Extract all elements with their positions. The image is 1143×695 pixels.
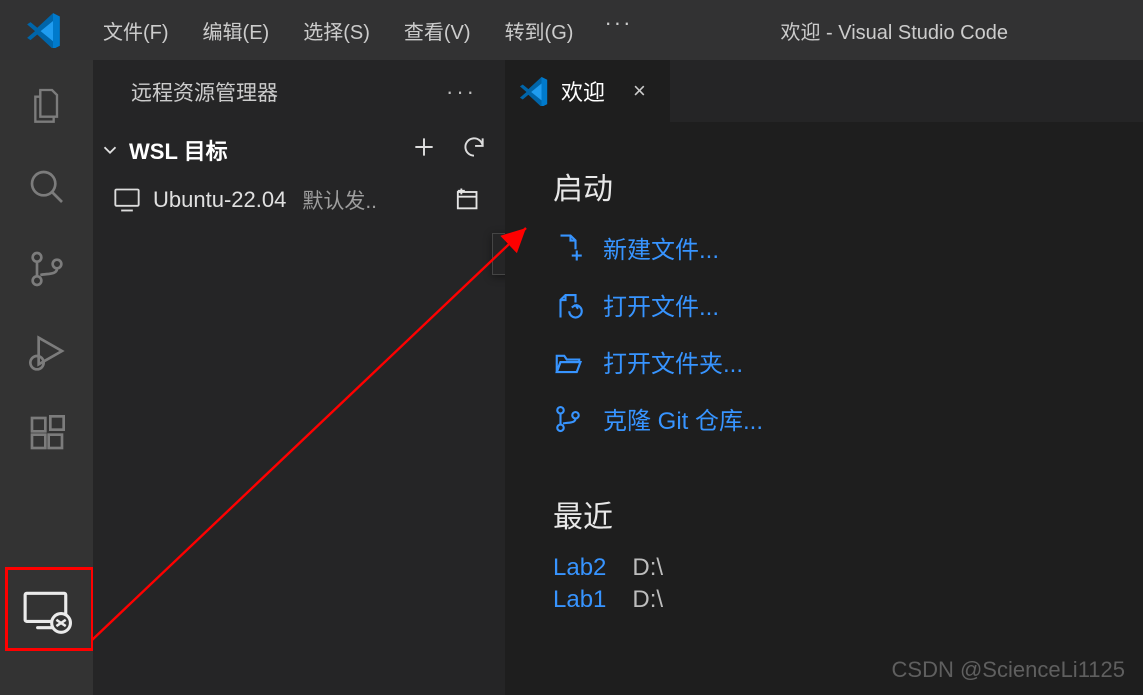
open-file-icon [553, 290, 583, 320]
wsl-targets-section-header[interactable]: WSL 目标 [93, 124, 505, 176]
new-window-icon [452, 185, 480, 213]
remote-explorer-icon [22, 589, 72, 635]
welcome-page: 启动 新建文件... 打开文件... 打开文件夹... 克隆 Git 仓 [505, 122, 1143, 614]
menu-view[interactable]: 查看(V) [387, 10, 488, 51]
wsl-target-name: Ubuntu-22.04 [153, 187, 286, 213]
tab-welcome[interactable]: 欢迎 × [505, 60, 670, 122]
files-activity[interactable] [18, 76, 76, 134]
tab-title: 欢迎 [561, 75, 605, 107]
editor-area: 欢迎 × 启动 新建文件... 打开文件... 打开文件夹... [505, 60, 1143, 695]
extensions-activity[interactable] [18, 404, 76, 462]
monitor-icon [113, 186, 141, 214]
chevron-down-icon [99, 139, 121, 161]
action-clone-repo[interactable]: 克隆 Git 仓库... [553, 401, 1143, 436]
side-panel-header: 远程资源管理器 ··· [93, 60, 505, 124]
tab-close-button[interactable]: × [617, 78, 652, 104]
action-open-folder[interactable]: 打开文件夹... [553, 344, 1143, 379]
refresh-button[interactable] [453, 130, 495, 170]
main-menu: 文件(F) 编辑(E) 选择(S) 查看(V) 转到(G) ··· [86, 10, 646, 51]
files-icon [27, 85, 67, 125]
action-label: 新建文件... [603, 230, 719, 265]
search-icon [27, 167, 67, 207]
connect-wsl-button[interactable] [449, 182, 483, 216]
watermark: CSDN @ScienceLi1125 [892, 657, 1125, 683]
recent-path: D:\ [632, 586, 663, 614]
app-logo [1, 12, 86, 48]
clone-repo-icon [553, 404, 583, 434]
action-new-file[interactable]: 新建文件... [553, 230, 1143, 265]
wsl-target-row[interactable]: Ubuntu-22.04 默认发.. [93, 176, 505, 224]
search-activity[interactable] [18, 158, 76, 216]
recent-name: Lab1 [553, 586, 606, 614]
recent-item[interactable]: Lab2 D:\ [553, 554, 1143, 582]
recent-item[interactable]: Lab1 D:\ [553, 586, 1143, 614]
debug-activity[interactable] [18, 322, 76, 380]
refresh-icon [461, 134, 487, 160]
vscode-icon [26, 12, 62, 48]
recent-heading: 最近 [553, 492, 1143, 536]
add-target-button[interactable] [403, 130, 445, 170]
window-title: 欢迎 - Visual Studio Code [686, 16, 1142, 45]
open-folder-icon [553, 347, 583, 377]
action-label: 打开文件... [603, 287, 719, 322]
source-control-activity[interactable] [18, 240, 76, 298]
recent-path: D:\ [632, 554, 663, 582]
section-title: WSL 目标 [129, 134, 228, 166]
action-label: 打开文件夹... [603, 344, 743, 379]
action-open-file[interactable]: 打开文件... [553, 287, 1143, 322]
title-bar: 文件(F) 编辑(E) 选择(S) 查看(V) 转到(G) ··· 欢迎 - V… [0, 0, 1143, 60]
side-panel-title: 远程资源管理器 [131, 77, 278, 107]
menu-select[interactable]: 选择(S) [286, 10, 387, 51]
recent-list: Lab2 D:\ Lab1 D:\ [553, 554, 1143, 614]
wsl-target-meta: 默认发.. [302, 185, 377, 215]
plus-icon [411, 134, 437, 160]
new-file-icon [553, 233, 583, 263]
remote-explorer-activity[interactable] [18, 583, 76, 641]
editor-tabs: 欢迎 × [505, 60, 1143, 122]
side-panel-more[interactable]: ··· [446, 79, 491, 105]
action-label: 克隆 Git 仓库... [603, 401, 763, 436]
recent-name: Lab2 [553, 554, 606, 582]
menu-go[interactable]: 转到(G) [488, 10, 591, 51]
menu-file[interactable]: 文件(F) [86, 10, 186, 51]
extensions-icon [27, 413, 67, 453]
source-control-icon [27, 249, 67, 289]
debug-icon [27, 331, 67, 371]
remote-explorer-panel: 远程资源管理器 ··· WSL 目标 Ubuntu-22.04 默认发.. [93, 60, 505, 695]
menu-edit[interactable]: 编辑(E) [186, 10, 287, 51]
menu-overflow[interactable]: ··· [590, 10, 646, 51]
vscode-icon [519, 76, 549, 106]
start-heading: 启动 [553, 164, 1143, 208]
